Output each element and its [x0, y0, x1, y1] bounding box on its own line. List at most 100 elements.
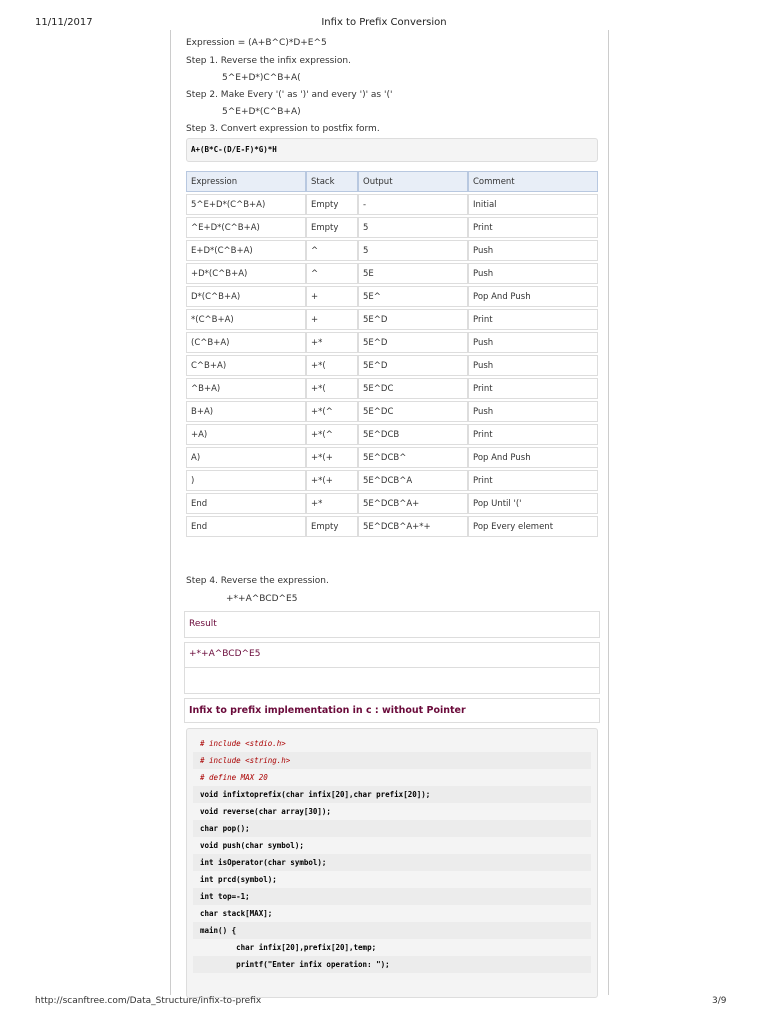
cell-output: 5E^DC [358, 401, 468, 422]
cell-stack: Empty [306, 217, 358, 238]
cell-expression: C^B+A) [186, 355, 306, 376]
cell-output: 5 [358, 217, 468, 238]
result-heading: Result [184, 611, 600, 638]
cell-stack: ^ [306, 263, 358, 284]
cell-expression: ^B+A) [186, 378, 306, 399]
cell-expression: +D*(C^B+A) [186, 263, 306, 284]
cell-output: 5E^DC [358, 378, 468, 399]
cell-output: 5E^DCB^A+*+ [358, 516, 468, 537]
cell-expression: 5^E+D*(C^B+A) [186, 194, 306, 215]
step1-value: 5^E+D*)C^B+A( [222, 73, 301, 83]
cell-stack: +*(^ [306, 424, 358, 445]
cell-comment: Push [468, 240, 598, 261]
code-line: char infix[20],prefix[20],temp; [200, 943, 377, 952]
code-line: int prcd(symbol); [200, 875, 277, 884]
cell-expression: End [186, 493, 306, 514]
cell-expression: +A) [186, 424, 306, 445]
cell-expression: End [186, 516, 306, 537]
cell-output: - [358, 194, 468, 215]
cell-stack: +*(+ [306, 470, 358, 491]
content-border-left [170, 30, 171, 995]
step3-code: A+(B*C-(D/E-F)*G)*H [186, 138, 598, 162]
table-row: (C^B+A) +* 5E^D Push [186, 332, 598, 353]
cell-comment: Push [468, 263, 598, 284]
code-line: char stack[MAX]; [200, 909, 273, 918]
table-row: End +* 5E^DCB^A+ Pop Until '(' [186, 493, 598, 514]
code-line: int top=-1; [193, 888, 591, 905]
cell-comment: Pop Every element [468, 516, 598, 537]
step4-text: Step 4. Reverse the expression. [186, 576, 329, 586]
cell-comment: Print [468, 470, 598, 491]
cell-expression: ^E+D*(C^B+A) [186, 217, 306, 238]
table-row: C^B+A) +*(5E^D Push [186, 355, 598, 376]
cell-stack: +*( [306, 355, 358, 376]
cell-output: 5E^D [358, 332, 468, 353]
cell-expression: D*(C^B+A) [186, 286, 306, 307]
code-line: void infixtoprefix(char infix[20],char p… [193, 786, 591, 803]
cell-output: 5 [358, 240, 468, 261]
cell-expression: *(C^B+A) [186, 309, 306, 330]
code-line: # define MAX 20 [200, 773, 268, 782]
code-line: printf("Enter infix operation: "); [193, 956, 591, 973]
cell-output: 5E^D [358, 355, 468, 376]
table-row: ^E+D*(C^B+A) Empty 5 Print [186, 217, 598, 238]
step3-text: Step 3. Convert expression to postfix fo… [186, 124, 380, 134]
step2-text: Step 2. Make Every '(' as ')' and every … [186, 90, 393, 100]
table-row: +A) +*(^ 5E^DCB Print [186, 424, 598, 445]
header-expression: Expression [186, 171, 306, 192]
cell-stack: + [306, 286, 358, 307]
code-block: # include <stdio.h> # include <string.h> #… [186, 728, 598, 998]
page-number: 3/9 [712, 996, 727, 1006]
header-output: Output [358, 171, 468, 192]
step2-value: 5^E+D*(C^B+A) [222, 107, 301, 117]
cell-stack: Empty [306, 194, 358, 215]
table-row: End Empty 5E^DCB^A+*+ Pop Every element [186, 516, 598, 537]
step4-value: +*+A^BCD^E5 [226, 594, 298, 604]
cell-comment: Pop And Push [468, 447, 598, 468]
cell-expression: E+D*(C^B+A) [186, 240, 306, 261]
cell-comment: Print [468, 424, 598, 445]
cell-expression: A) [186, 447, 306, 468]
cell-stack: +*(+ [306, 447, 358, 468]
cell-stack: + [306, 309, 358, 330]
cell-stack: +* [306, 493, 358, 514]
cell-expression: (C^B+A) [186, 332, 306, 353]
table-row: D*(C^B+A) +5E^ Pop And Push [186, 286, 598, 307]
code-line: void push(char symbol); [200, 841, 304, 850]
code-line: main() { [193, 922, 591, 939]
table-row: *(C^B+A) +5E^D Print [186, 309, 598, 330]
table-row: A) +*(+ 5E^DCB^ Pop And Push [186, 447, 598, 468]
cell-stack: ^ [306, 240, 358, 261]
table-row: +D*(C^B+A) ^ 5E Push [186, 263, 598, 284]
header-comment: Comment [468, 171, 598, 192]
cell-expression: B+A) [186, 401, 306, 422]
cell-comment: Initial [468, 194, 598, 215]
cell-comment: Push [468, 332, 598, 353]
table-row: E+D*(C^B+A) ^ 5 Push [186, 240, 598, 261]
page-title: Infix to Prefix Conversion [321, 17, 447, 28]
cell-comment: Push [468, 401, 598, 422]
cell-comment: Pop Until '(' [468, 493, 598, 514]
cell-comment: Push [468, 355, 598, 376]
step1-text: Step 1. Reverse the infix expression. [186, 56, 351, 66]
footer-url[interactable]: http://scanftree.com/Data_Structure/infi… [35, 996, 261, 1006]
code-line: char pop(); [193, 820, 591, 837]
result-box: +*+A^BCD^E5 [184, 642, 600, 694]
table-row: B+A) +*(^ 5E^DC Push [186, 401, 598, 422]
cell-comment: Pop And Push [468, 286, 598, 307]
header-stack: Stack [306, 171, 358, 192]
table-row: ^B+A) +*(5E^DC Print [186, 378, 598, 399]
table-header: Expression Stack Output Comment [186, 171, 598, 192]
cell-output: 5E^DCB^A [358, 470, 468, 491]
table-row: 5^E+D*(C^B+A) Empty - Initial [186, 194, 598, 215]
implementation-heading: Infix to prefix implementation in c : wi… [184, 698, 600, 723]
cell-expression: ) [186, 470, 306, 491]
code-line: # include <stdio.h> [200, 739, 286, 748]
cell-comment: Print [468, 217, 598, 238]
code-line: # include <string.h> [193, 752, 591, 769]
result-value: +*+A^BCD^E5 [185, 643, 599, 668]
table-row: ) +*(+ 5E^DCB^A Print [186, 470, 598, 491]
cell-output: 5E^DCB^ [358, 447, 468, 468]
cell-stack: +*( [306, 378, 358, 399]
cell-output: 5E^DCB^A+ [358, 493, 468, 514]
